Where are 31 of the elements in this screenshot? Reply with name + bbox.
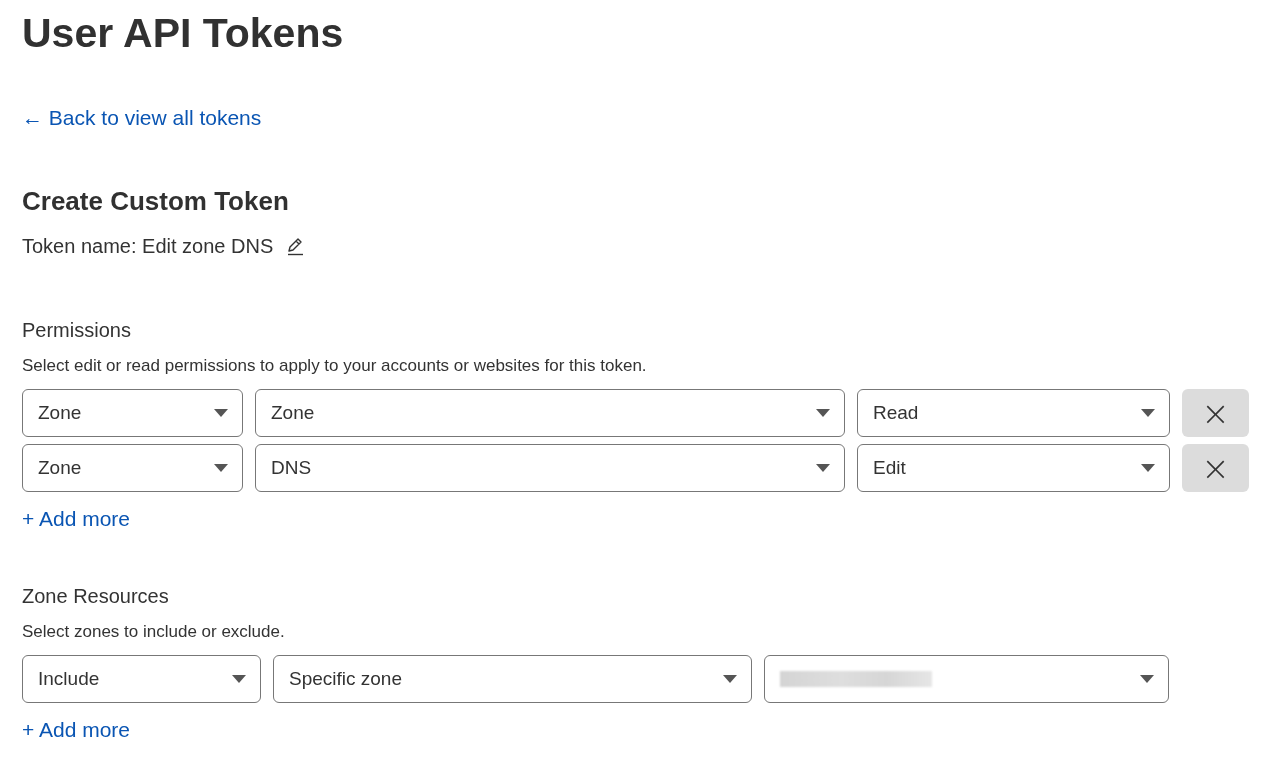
dropdown[interactable]: Zone <box>22 444 243 492</box>
section-description: Select edit or read permissions to apply to your accounts or websites for this token. <box>22 355 647 377</box>
dropdown[interactable]: Specific zone <box>273 655 752 703</box>
dropdown[interactable]: Zone <box>22 389 243 437</box>
back-link[interactable]: ← Back to view all tokens <box>22 105 262 131</box>
caret-icon <box>1141 464 1155 472</box>
dropdown[interactable] <box>764 655 1169 703</box>
dropdown[interactable]: DNS <box>255 444 845 492</box>
caret-icon <box>1141 409 1155 417</box>
page-title: User API Tokens <box>22 9 345 58</box>
dropdown[interactable]: Include <box>22 655 261 703</box>
dropdown[interactable]: Zone <box>255 389 845 437</box>
remove-button[interactable]: × <box>1182 444 1249 492</box>
section-description: Select zones to include or exclude. <box>22 621 285 643</box>
caret-icon <box>1140 675 1154 683</box>
dropdown[interactable]: Edit <box>857 444 1170 492</box>
caret-icon <box>214 409 228 417</box>
section-heading: Create Custom Token <box>22 185 290 217</box>
dropdown[interactable]: Read <box>857 389 1170 437</box>
remove-button[interactable]: × <box>1182 389 1249 437</box>
add-more-link[interactable]: + Add more <box>22 717 130 743</box>
caret-icon <box>214 464 228 472</box>
add-more-link[interactable]: + Add more <box>22 506 130 532</box>
caret-icon <box>816 464 830 472</box>
caret-icon <box>723 675 737 683</box>
section-title: Zone Resources <box>22 584 169 608</box>
token-name: Token name: Edit zone DNS <box>22 234 274 259</box>
edit-icon[interactable] <box>285 236 306 256</box>
section-title: Permissions <box>22 318 131 342</box>
caret-icon <box>816 409 830 417</box>
caret-icon <box>232 675 246 683</box>
